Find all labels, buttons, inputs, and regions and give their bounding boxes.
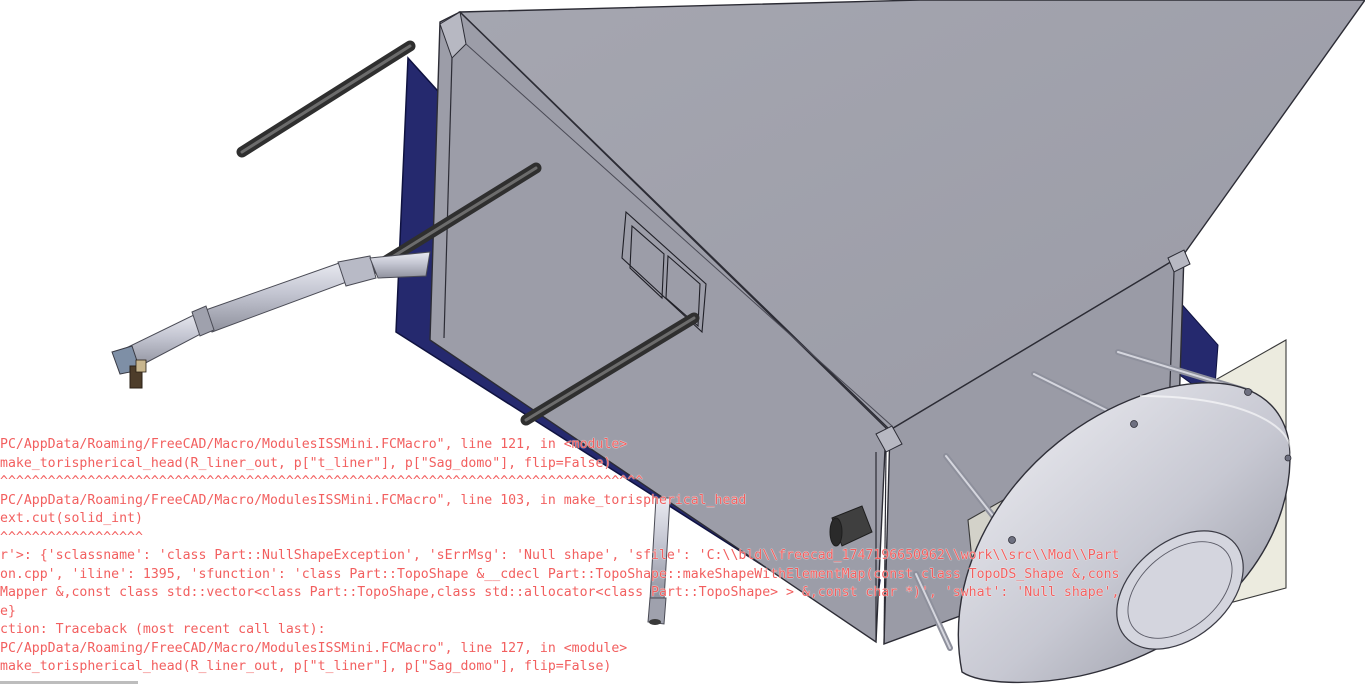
3d-model-scene[interactable] [0, 0, 1365, 684]
3d-viewport[interactable]: PC/AppData/Roaming/FreeCAD/Macro/Modules… [0, 0, 1365, 684]
robotic-arm[interactable] [111, 251, 431, 389]
lower-pipe[interactable] [647, 497, 671, 625]
